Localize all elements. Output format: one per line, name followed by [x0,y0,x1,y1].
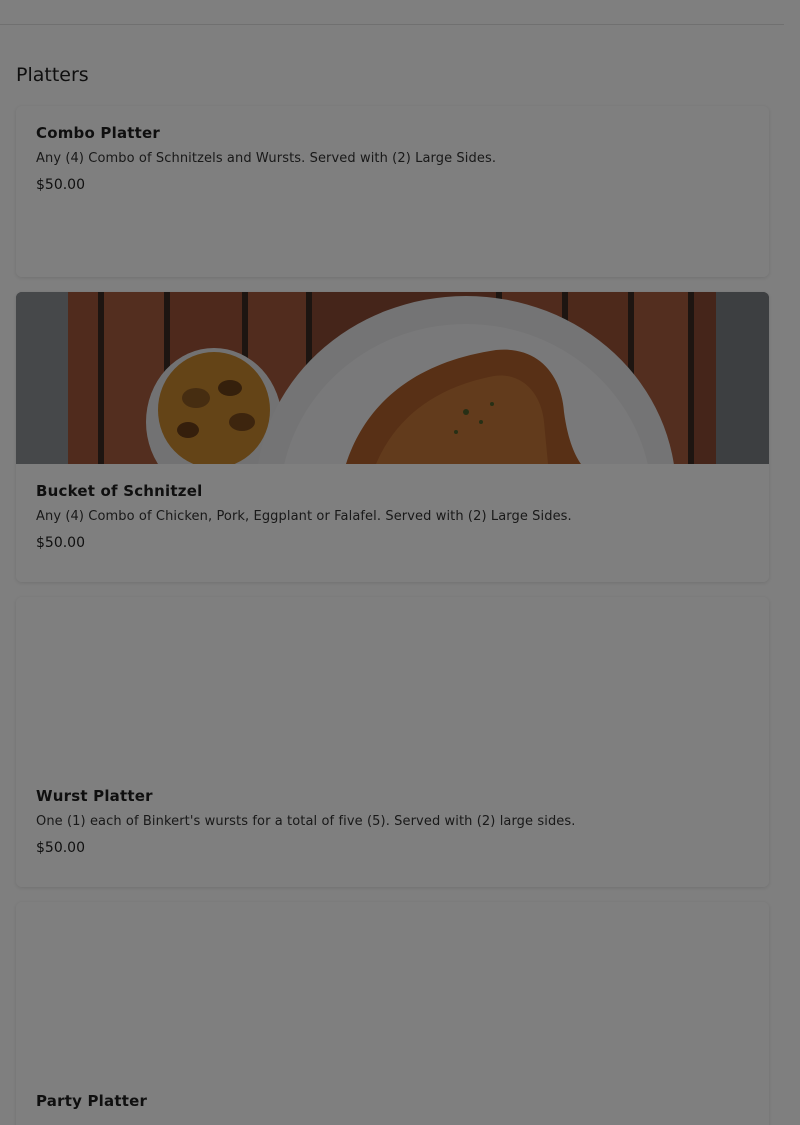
modal-backdrop-overlay[interactable] [0,0,800,1125]
menu-page: Platters Combo Platter Any (4) Combo of … [0,0,800,1125]
